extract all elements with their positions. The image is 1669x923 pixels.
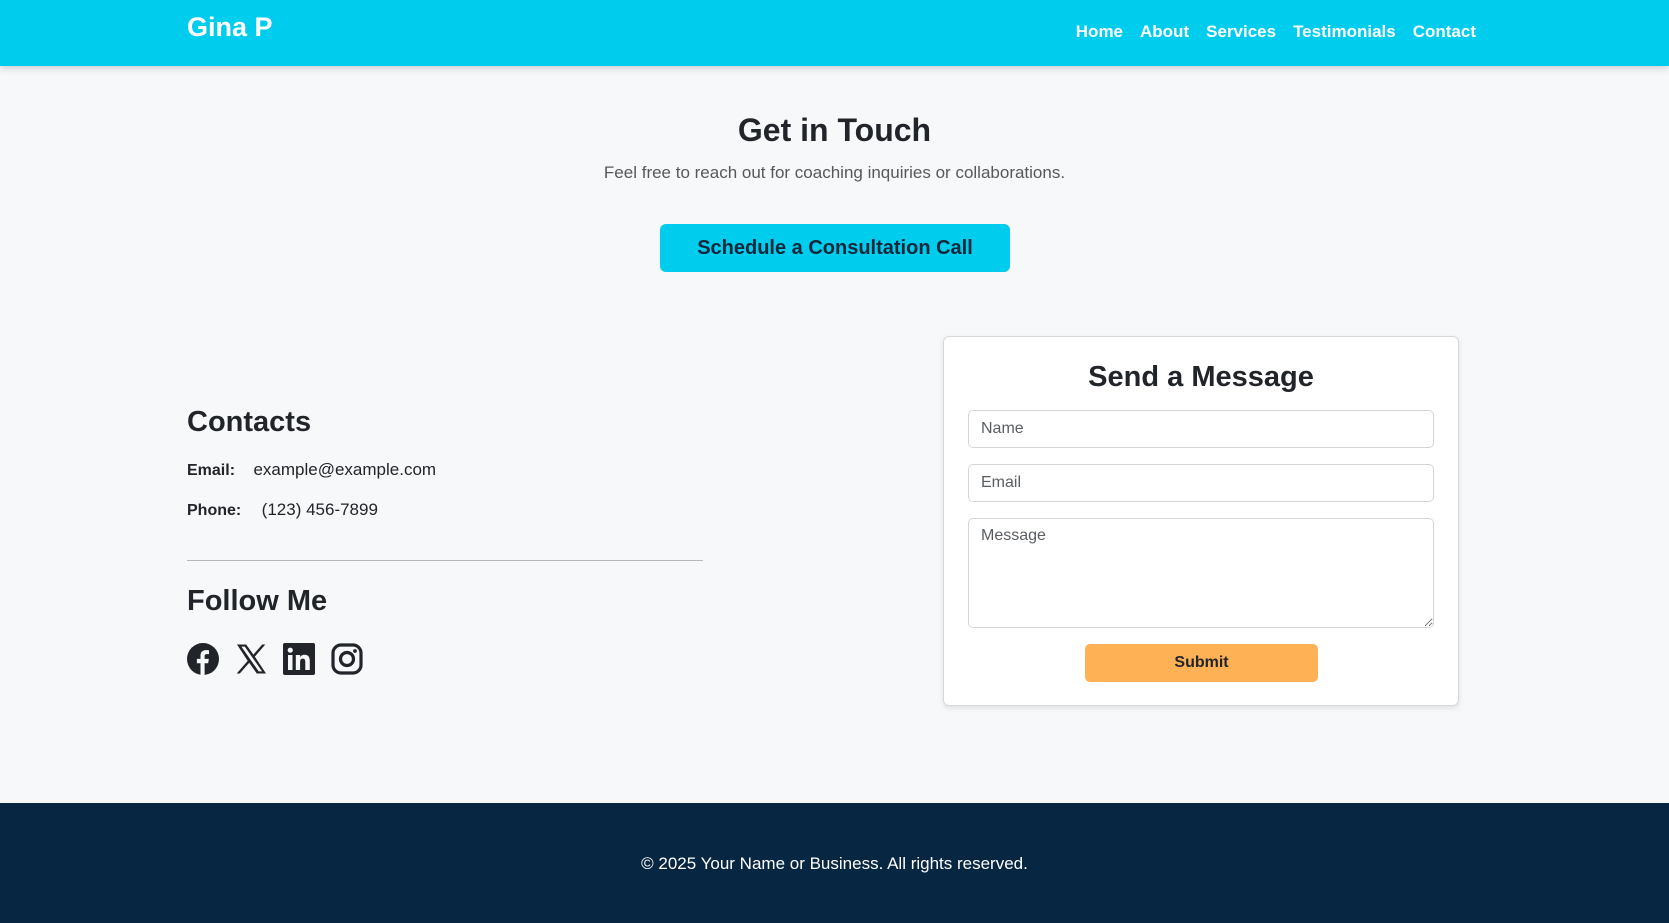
nav-link-home[interactable]: Home bbox=[1076, 22, 1123, 42]
contacts-heading: Contacts bbox=[187, 406, 312, 438]
nav-link-about[interactable]: About bbox=[1140, 22, 1189, 42]
facebook-icon[interactable] bbox=[187, 643, 219, 675]
x-icon[interactable] bbox=[235, 643, 267, 675]
page-title: Get in Touch bbox=[737, 112, 932, 148]
email-row: Email: example@example.com bbox=[187, 460, 436, 480]
follow-heading: Follow Me bbox=[187, 585, 328, 617]
nav-links: Home About Services Testimonials Contact bbox=[1076, 22, 1476, 42]
schedule-consultation-button[interactable]: Schedule a Consultation Call bbox=[660, 224, 1010, 272]
nav-link-services[interactable]: Services bbox=[1206, 22, 1276, 42]
phone-label: Phone: bbox=[187, 502, 242, 519]
nav-link-testimonials[interactable]: Testimonials bbox=[1293, 22, 1396, 42]
email-label: Email: bbox=[187, 462, 236, 479]
instagram-icon[interactable] bbox=[331, 643, 363, 675]
social-links bbox=[187, 643, 363, 675]
phone-value: (123) 456-7899 bbox=[261, 500, 378, 519]
section-divider bbox=[187, 560, 703, 561]
form-heading: Send a Message bbox=[1088, 361, 1314, 393]
nav-link-contact[interactable]: Contact bbox=[1413, 22, 1476, 42]
submit-button[interactable]: Submit bbox=[1085, 644, 1318, 682]
message-form-card: Send a Message Submit bbox=[943, 336, 1459, 706]
email-input[interactable] bbox=[968, 464, 1434, 502]
email-value: example@example.com bbox=[253, 460, 437, 479]
copyright-text: © 2025 Your Name or Business. All rights… bbox=[641, 854, 1028, 873]
footer: © 2025 Your Name or Business. All rights… bbox=[0, 803, 1669, 923]
page-subtitle: Feel free to reach out for coaching inqu… bbox=[603, 163, 1066, 182]
navbar: Gina P Home About Services Testimonials … bbox=[0, 0, 1669, 66]
linkedin-icon[interactable] bbox=[283, 643, 315, 675]
name-input[interactable] bbox=[968, 410, 1434, 448]
message-input[interactable] bbox=[968, 518, 1434, 628]
brand-logo[interactable]: Gina P bbox=[187, 12, 273, 43]
phone-row: Phone: (123) 456-7899 bbox=[187, 500, 378, 520]
